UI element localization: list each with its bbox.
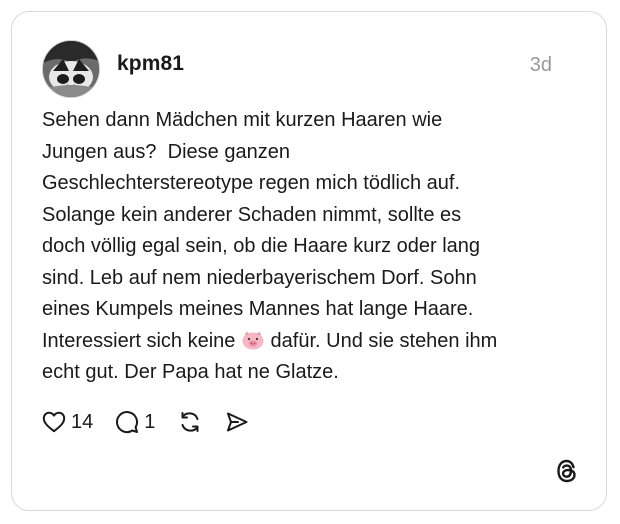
threads-logo-icon[interactable] (554, 458, 580, 484)
repost-arrows-icon (177, 410, 203, 434)
avatar[interactable] (42, 40, 100, 98)
post-card: kpm81 3d Sehen dann Mädchen mit kurzen H… (11, 11, 607, 511)
pig-face-emoji-icon (241, 329, 265, 349)
like-button[interactable]: 14 (42, 411, 93, 434)
speech-bubble-icon (115, 410, 139, 434)
heart-icon (42, 411, 66, 433)
post-text-part-1: Sehen dann Mädchen mit kurzen Haaren wie… (42, 109, 481, 352)
reply-button[interactable]: 1 (115, 410, 155, 434)
username[interactable]: kpm81 (117, 52, 184, 76)
reply-count: 1 (144, 410, 156, 433)
send-icon (225, 411, 249, 433)
repost-button[interactable] (177, 410, 203, 434)
post-timestamp: 3d (529, 54, 552, 76)
action-bar: 14 1 (42, 408, 271, 436)
post-body: Sehen dann Mädchen mit kurzen Haaren wie… (42, 105, 582, 389)
share-button[interactable] (225, 411, 249, 433)
like-count: 14 (71, 410, 94, 433)
